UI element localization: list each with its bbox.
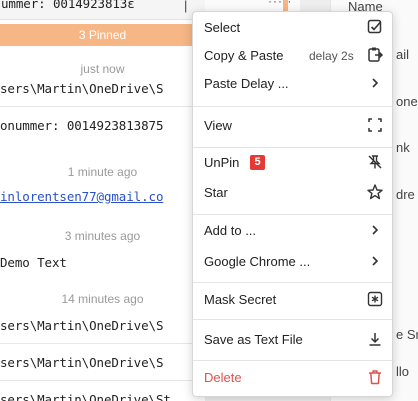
divider: [0, 343, 205, 344]
divider: [0, 106, 205, 107]
menu-item-shortcut: delay 2s: [309, 49, 354, 63]
current-clip-bar: ummer: 0014923813ε |: [0, 0, 205, 20]
menu-separator: [193, 360, 392, 361]
timestamp: just now: [80, 62, 125, 76]
menu-item-view[interactable]: View: [193, 115, 392, 137]
chevron-right-icon: [366, 74, 384, 92]
menu-item-paste-delay[interactable]: Paste Delay ...: [193, 73, 392, 95]
menu-item-select[interactable]: Select: [193, 17, 392, 39]
menu-item-copy-paste[interactable]: Copy & Paste delay 2s: [193, 45, 392, 67]
menu-item-mask-secret[interactable]: Mask Secret: [193, 289, 392, 311]
step-badge: 5: [250, 155, 265, 170]
menu-item-label: Save as Text File: [204, 332, 303, 347]
menu-item-label: UnPin: [204, 155, 240, 170]
chevron-right-icon: [366, 252, 384, 270]
download-icon: [366, 330, 384, 348]
menu-item-label: Google Chrome ...: [204, 254, 311, 269]
timestamp: 14 minutes ago: [61, 292, 144, 306]
right-panel-text: nk: [396, 140, 410, 155]
right-panel-text: dre: [396, 187, 415, 202]
list-item[interactable]: Demo Text: [0, 255, 205, 270]
divider: [0, 380, 205, 381]
menu-separator: [193, 282, 392, 283]
menu-separator: [193, 214, 392, 215]
chevron-right-icon: [366, 221, 384, 239]
menu-separator: [193, 319, 392, 320]
menu-item-label: View: [204, 118, 232, 133]
menu-item-label: Select: [204, 20, 241, 35]
timestamp: 1 minute ago: [67, 165, 138, 179]
menu-item-label: Paste Delay ...: [204, 76, 289, 91]
expand-icon: [366, 116, 384, 134]
menu-item-label: Star: [204, 185, 228, 200]
menu-item-delete[interactable]: Delete: [193, 367, 392, 389]
menu-item-star[interactable]: Star: [193, 182, 392, 204]
right-panel-text: llo: [396, 364, 410, 379]
menu-item-unpin[interactable]: UnPin 5: [193, 152, 392, 174]
menu-item-google-chrome[interactable]: Google Chrome ...: [193, 251, 392, 273]
menu-item-label: Delete: [204, 370, 242, 385]
asterisk-box-icon: [366, 290, 384, 308]
menu-item-add-to[interactable]: Add to ...: [193, 220, 392, 242]
star-outline-icon: [366, 183, 384, 201]
trash-icon: [366, 368, 384, 386]
clipboard-arrow-icon: [366, 46, 384, 64]
right-panel-text: e Sr: [396, 327, 418, 342]
right-panel-text: one: [396, 94, 418, 109]
text-caret: |: [184, 0, 188, 13]
timestamp: 3 minutes ago: [64, 229, 141, 243]
list-item[interactable]: sers\Martin\OneDrive\S: [0, 355, 205, 370]
menu-item-label: Add to ...: [204, 223, 257, 238]
list-item[interactable]: sers\Martin\OneDrive\St...: [0, 392, 205, 401]
list-item-email[interactable]: inlorentsen77@gmail.co: [0, 189, 205, 204]
list-item[interactable]: onummer: 0014923813875: [0, 118, 205, 133]
more-options-icon[interactable]: ··· ·: [268, 0, 292, 8]
pinned-group-header[interactable]: 3 Pinned: [0, 24, 205, 46]
list-item[interactable]: sers\Martin\OneDrive\S: [0, 81, 205, 96]
menu-item-save-text-file[interactable]: Save as Text File: [193, 329, 392, 351]
list-item[interactable]: sers\Martin\OneDrive\S: [0, 318, 205, 333]
context-menu: Select Copy & Paste delay 2s Paste Delay…: [192, 11, 393, 397]
pin-off-icon: [366, 153, 384, 171]
right-panel-text: ail: [396, 47, 410, 62]
clipboard-list: ummer: 0014923813ε | 3 Pinned just now s…: [0, 0, 205, 401]
menu-item-label: Copy & Paste: [204, 48, 284, 63]
menu-separator: [193, 147, 392, 148]
menu-item-label: Mask Secret: [204, 292, 277, 307]
menu-separator: [193, 106, 392, 107]
current-clip-text: ummer: 0014923813ε: [1, 0, 135, 11]
checkbox-checked-icon: [366, 18, 384, 36]
